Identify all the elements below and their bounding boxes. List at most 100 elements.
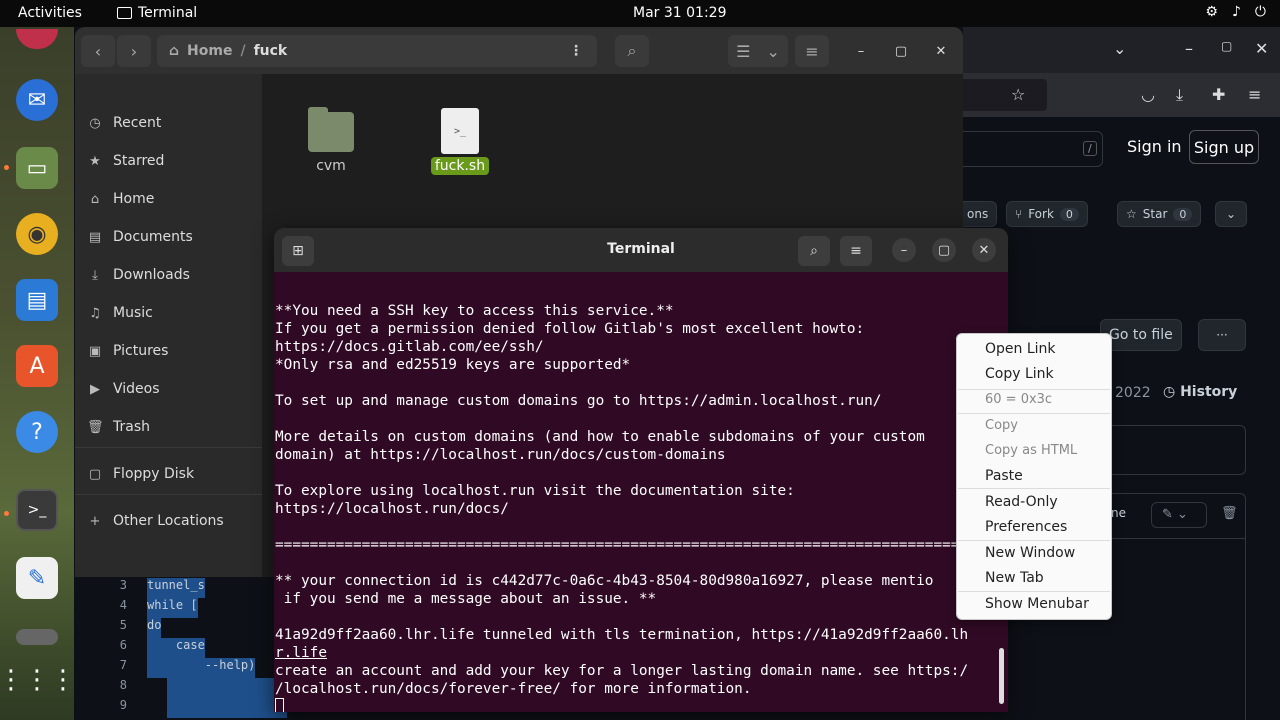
dock-app-icon[interactable]	[16, 29, 58, 49]
rhythmbox-icon[interactable]: ◉	[16, 213, 58, 255]
menu-item-copy-link[interactable]: Copy Link	[985, 362, 1054, 386]
url-field[interactable]	[963, 79, 1047, 111]
menu-item-open-link[interactable]: Open Link	[985, 337, 1056, 361]
raw-button-label[interactable]: ne	[1111, 506, 1126, 520]
terminal-line-link[interactable]: r.life	[275, 644, 995, 662]
menu-item-copy[interactable]: Copy	[985, 414, 1018, 438]
network-icon[interactable]: ⚙	[1205, 4, 1218, 20]
app-center-icon[interactable]: A	[16, 345, 58, 387]
code-text[interactable]: case	[147, 638, 205, 658]
menu-item-new-tab[interactable]: New Tab	[985, 566, 1044, 590]
folder-item[interactable]: cvm	[296, 107, 366, 174]
sidebar-item-recent[interactable]: ◷ Recent	[87, 108, 257, 138]
menu-item-new-window[interactable]: New Window	[985, 541, 1075, 565]
sidebar-item-other-locations[interactable]: + Other Locations	[87, 506, 257, 536]
sign-up-button[interactable]: Sign up	[1189, 130, 1259, 164]
sidebar-item-trash[interactable]: 🗑 Trash	[87, 412, 257, 442]
code-text[interactable]: --help)	[147, 658, 256, 678]
line-number: 6	[119, 638, 127, 652]
menu-item-number-conversion[interactable]: 60 = 0x3c	[985, 388, 1052, 412]
file-item-selected[interactable]: >_ fuck.sh	[425, 108, 495, 175]
view-toggle-button[interactable]: ☰ ⌄	[728, 35, 788, 67]
drive-icon[interactable]	[16, 629, 58, 645]
terminal-prompt[interactable]	[275, 698, 995, 712]
delete-icon[interactable]: 🗑	[1221, 506, 1238, 521]
go-to-file-button[interactable]: Go to file	[1100, 319, 1182, 351]
sidebar-item-pictures[interactable]: ▣ Pictures	[87, 336, 257, 366]
text-editor-icon[interactable]: ✎	[16, 557, 58, 599]
restore-icon[interactable]: ▢	[1221, 39, 1232, 53]
system-tray[interactable]: ⚙ ♪ ⏻	[1205, 4, 1266, 20]
sidebar-item-starred[interactable]: ★ Starred	[87, 146, 257, 176]
path-bar[interactable]: ⌂ Home / fuck ⋮	[157, 35, 597, 67]
menu-button[interactable]: ≡	[795, 35, 829, 67]
maximize-button[interactable]: ▢	[889, 39, 913, 63]
close-icon[interactable]: ✕	[1255, 39, 1268, 58]
path-home[interactable]: Home	[187, 43, 232, 59]
menu-item-paste[interactable]: Paste	[985, 464, 1023, 488]
activities-button[interactable]: Activities	[18, 5, 82, 21]
terminal-line-link[interactable]: 41a92d9ff2aa60.lhr.life tunneled with tl…	[275, 626, 995, 644]
path-menu-icon[interactable]: ⋮	[569, 43, 583, 59]
menu-item-read-only[interactable]: Read-Only	[985, 490, 1058, 514]
history-link[interactable]: ◷ History	[1163, 384, 1237, 400]
sidebar-item-music[interactable]: ♫ Music	[87, 298, 257, 328]
code-text[interactable]	[167, 678, 287, 698]
code-text[interactable]	[167, 698, 287, 718]
search-field[interactable]: /	[963, 131, 1103, 167]
help-icon[interactable]: ?	[16, 411, 58, 453]
scrollbar[interactable]	[999, 648, 1004, 704]
terminal-dock-icon[interactable]: >_	[16, 489, 58, 531]
close-button[interactable]: ✕	[929, 39, 953, 63]
app-menu[interactable]: Terminal	[117, 5, 197, 21]
star-button[interactable]: ☆ Star 0	[1117, 201, 1202, 227]
minimize-button[interactable]: –	[892, 238, 916, 262]
code-text[interactable]: while [	[147, 598, 198, 618]
thunderbird-icon[interactable]: ✉	[16, 79, 58, 121]
minimize-button[interactable]: –	[849, 39, 873, 63]
sidebar-item-videos[interactable]: ▶ Videos	[87, 374, 257, 404]
pocket-icon[interactable]: ◡	[1141, 85, 1155, 104]
sidebar-item-home[interactable]: ⌂ Home	[87, 184, 257, 214]
url-bar: ☆ ◡ ⤓ ✚ ≡	[963, 73, 1280, 117]
path-current-folder[interactable]: fuck	[254, 43, 288, 59]
back-button[interactable]: ‹	[81, 35, 115, 67]
watch-button-label: ons	[967, 207, 989, 221]
bookmark-star-icon[interactable]: ☆	[1011, 85, 1025, 104]
power-icon[interactable]: ⏻	[1255, 4, 1266, 20]
minimize-icon[interactable]: –	[1185, 39, 1193, 58]
sidebar-item-label: Documents	[113, 229, 193, 245]
maximize-button[interactable]: ▢	[932, 238, 956, 262]
extensions-icon[interactable]: ✚	[1212, 85, 1225, 104]
sidebar-item-downloads[interactable]: ⤓ Downloads	[87, 260, 257, 290]
sidebar-item-floppy-disk[interactable]: ▢ Floppy Disk	[87, 459, 257, 489]
search-button[interactable]: ⌕	[798, 236, 830, 266]
code-text[interactable]: do	[147, 618, 162, 638]
downloads-icon[interactable]: ⤓	[1176, 85, 1183, 105]
writer-icon[interactable]: ▤	[16, 279, 58, 321]
menu-icon[interactable]: ≡	[1248, 85, 1261, 104]
sign-in-link[interactable]: Sign in	[1127, 137, 1182, 156]
tabs-dropdown-icon[interactable]: ⌄	[1113, 39, 1126, 58]
close-button[interactable]: ✕	[972, 238, 996, 262]
code-text[interactable]: tunnel_s	[147, 578, 205, 598]
edit-button[interactable]: ✎ ⌄	[1151, 502, 1207, 528]
menu-button[interactable]: ≡	[840, 236, 872, 266]
menu-item-show-menubar[interactable]: Show Menubar	[985, 592, 1089, 616]
search-button[interactable]: ⌕	[615, 35, 649, 67]
watch-button[interactable]: ons	[959, 201, 998, 227]
sidebar-item-label: Recent	[113, 115, 162, 131]
forward-button[interactable]: ›	[117, 35, 151, 67]
show-apps-icon[interactable]: ⋮⋮⋮	[0, 659, 76, 701]
trash-icon: 🗑	[87, 419, 104, 435]
clock[interactable]: Mar 31 01:29	[633, 5, 726, 21]
sidebar-item-documents[interactable]: ▤ Documents	[87, 222, 257, 252]
volume-icon[interactable]: ♪	[1232, 4, 1241, 20]
star-dropdown-button[interactable]: ⌄	[1215, 201, 1247, 227]
files-icon[interactable]: ▭	[16, 147, 58, 189]
fork-button[interactable]: ⑂ Fork 0	[1006, 201, 1088, 227]
menu-item-preferences[interactable]: Preferences	[985, 515, 1067, 539]
terminal-output[interactable]: **You need a SSH key to access this serv…	[275, 284, 995, 712]
more-button[interactable]: ···	[1198, 319, 1246, 351]
menu-item-copy-as-html[interactable]: Copy as HTML	[985, 439, 1077, 463]
